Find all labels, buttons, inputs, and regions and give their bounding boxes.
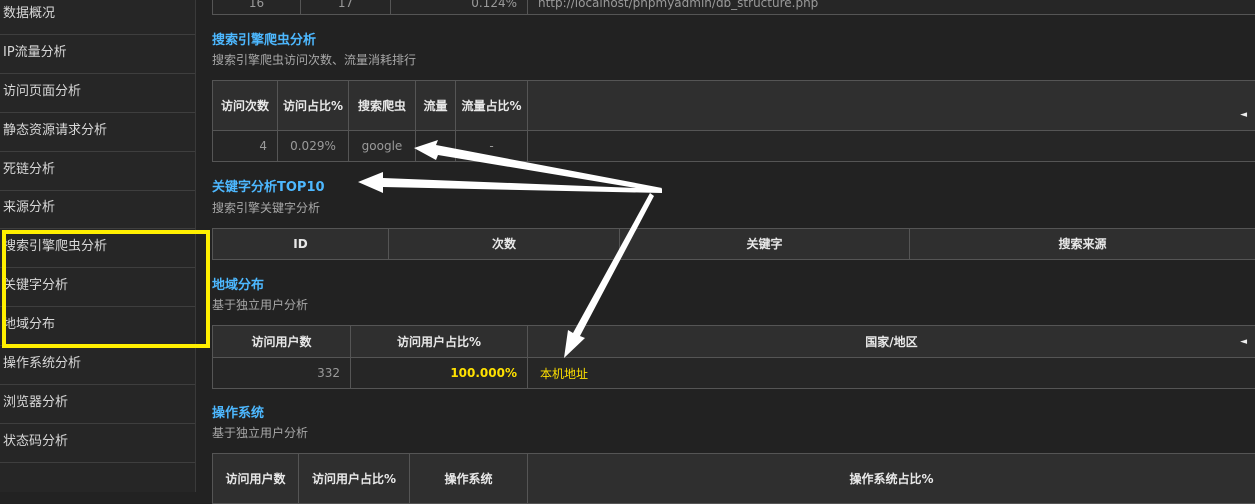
keyword-section-subtitle: 搜索引擎关键字分析 xyxy=(212,199,320,216)
cell: 0.124% xyxy=(391,0,528,15)
sidebar-item-referrers[interactable]: 来源分析 xyxy=(0,191,195,229)
col-header-os-user-ratio[interactable]: 访问用户占比% xyxy=(299,454,410,504)
cell: 17 xyxy=(301,0,391,15)
col-header-search-source[interactable]: 搜索来源 xyxy=(910,229,1255,260)
sidebar-item-page-visits[interactable]: 访问页面分析 xyxy=(0,75,195,113)
cell-traffic-ratio: - xyxy=(456,131,528,162)
region-section-title: 地域分布 xyxy=(212,274,264,293)
col-header-visit-ratio[interactable]: 访问占比% xyxy=(278,81,349,131)
os-section-subtitle: 基于独立用户分析 xyxy=(212,424,308,441)
col-header-count[interactable]: 次数 xyxy=(389,229,620,260)
cell-user-ratio: 100.000% xyxy=(351,358,528,389)
col-header-country[interactable]: 国家/地区◄ xyxy=(528,326,1255,358)
cell-visits: 4 xyxy=(213,131,278,162)
cell: 16 xyxy=(213,0,301,15)
header-filler: ◄ xyxy=(528,81,1255,131)
col-header-os[interactable]: 操作系统 xyxy=(410,454,528,504)
url-link[interactable]: http://localhost/phpmyadmin/db_structure… xyxy=(528,0,1255,15)
sort-arrow-icon[interactable]: ◄ xyxy=(1240,106,1247,124)
os-section-title: 操作系统 xyxy=(212,402,264,421)
col-header-user-ratio[interactable]: 访问用户占比% xyxy=(351,326,528,358)
sidebar-item-browser[interactable]: 浏览器分析 xyxy=(0,386,195,424)
col-header-visits[interactable]: 访问次数 xyxy=(213,81,278,131)
sidebar-item-static-resources[interactable]: 静态资源请求分析 xyxy=(0,114,195,152)
crawler-section-subtitle: 搜索引擎爬虫访问次数、流量消耗排行 xyxy=(212,51,416,68)
region-section-subtitle: 基于独立用户分析 xyxy=(212,296,308,313)
crawler-section-title: 搜索引擎爬虫分析 xyxy=(212,29,316,48)
cell-bot: google xyxy=(349,131,416,162)
sidebar-item-overview[interactable]: 数据概况 xyxy=(0,0,195,35)
cell-visit-ratio: 0.029% xyxy=(278,131,349,162)
col-header-os-users[interactable]: 访问用户数 xyxy=(213,454,299,504)
sidebar-item-status-codes[interactable]: 状态码分析 xyxy=(0,425,195,463)
highlight-box xyxy=(2,230,210,348)
col-header-bot[interactable]: 搜索爬虫 xyxy=(349,81,416,131)
col-header-traffic[interactable]: 流量 xyxy=(416,81,456,131)
table-row: 16 17 0.124% http://localhost/phpmyadmin… xyxy=(213,0,1255,15)
col-header-traffic-ratio[interactable]: 流量占比% xyxy=(456,81,528,131)
col-header-id[interactable]: ID xyxy=(213,229,389,260)
os-table: 访问用户数 访问用户占比% 操作系统 操作系统占比% xyxy=(212,453,1255,504)
keyword-section-title: 关键字分析TOP10 xyxy=(212,176,325,195)
cell-users: 332 xyxy=(213,358,351,389)
cell-country: 本机地址 xyxy=(528,358,1255,389)
col-header-keyword[interactable]: 关键字 xyxy=(620,229,910,260)
sidebar-item-ip-traffic[interactable]: IP流量分析 xyxy=(0,36,195,74)
table-row: 4 0.029% google - xyxy=(213,131,1255,162)
sidebar-item-os[interactable]: 操作系统分析 xyxy=(0,347,195,385)
col-header-os-ratio[interactable]: 操作系统占比% xyxy=(528,454,1255,504)
col-header-users[interactable]: 访问用户数 xyxy=(213,326,351,358)
cell-filler xyxy=(528,131,1255,162)
top-partial-table: 16 17 0.124% http://localhost/phpmyadmin… xyxy=(212,0,1255,15)
main-content: 16 17 0.124% http://localhost/phpmyadmin… xyxy=(195,0,1255,492)
table-row: 332 100.000% 本机地址 xyxy=(213,358,1255,389)
keyword-table: ID 次数 关键字 搜索来源 xyxy=(212,228,1255,260)
crawler-table: 访问次数 访问占比% 搜索爬虫 流量 流量占比% ◄ 4 0.029% goog… xyxy=(212,80,1255,162)
cell-traffic xyxy=(416,131,456,162)
region-table: 访问用户数 访问用户占比% 国家/地区◄ 332 100.000% 本机地址 xyxy=(212,325,1255,389)
sort-arrow-icon[interactable]: ◄ xyxy=(1240,333,1247,351)
sidebar-item-dead-links[interactable]: 死链分析 xyxy=(0,153,195,191)
